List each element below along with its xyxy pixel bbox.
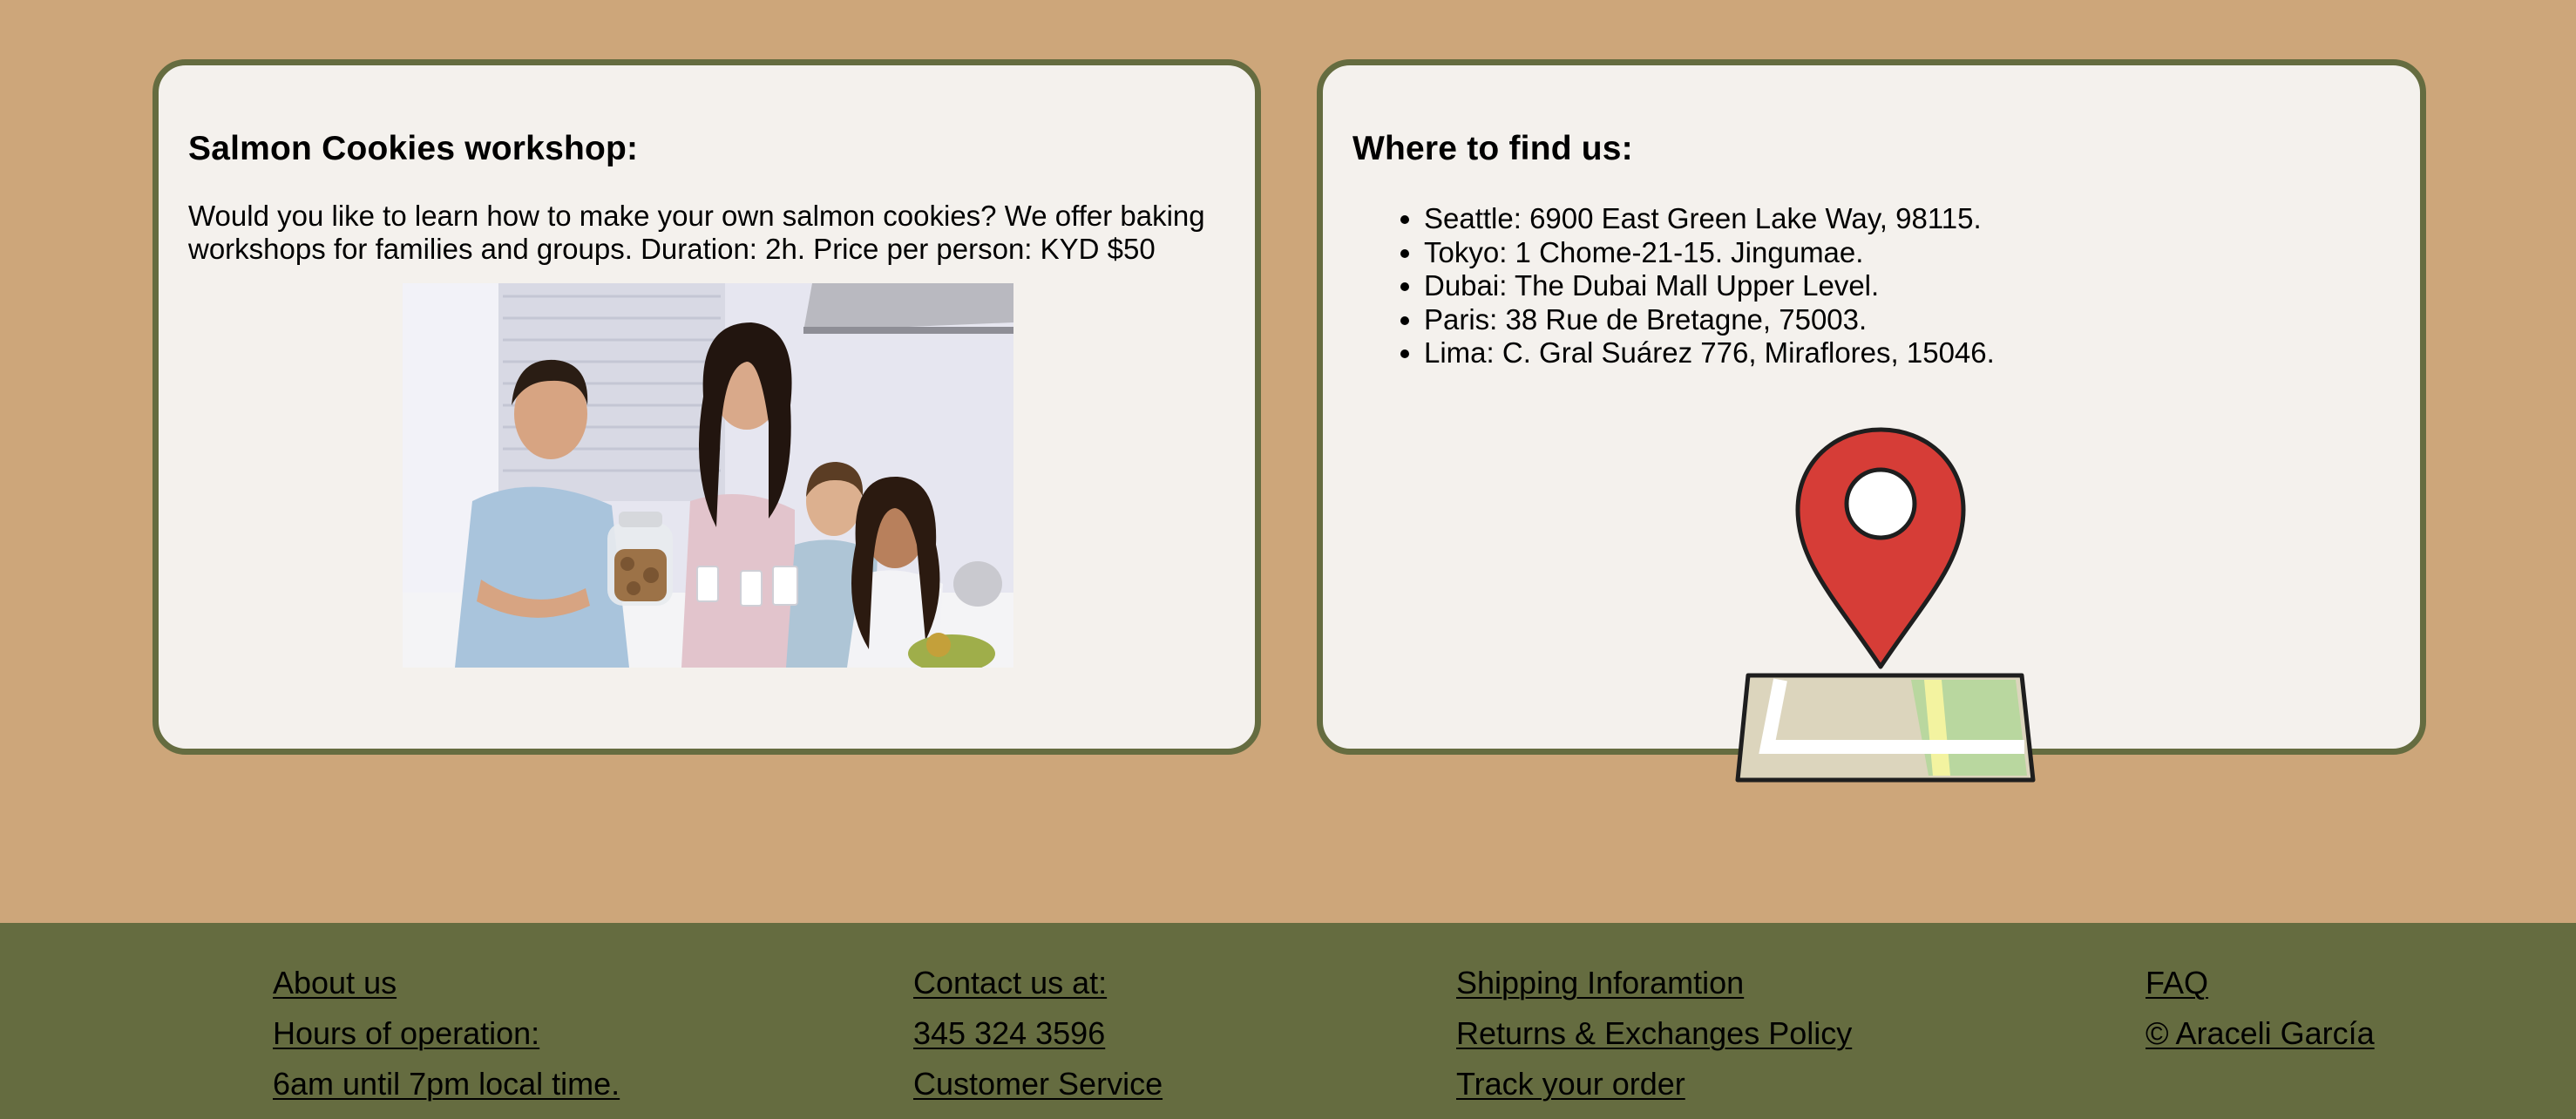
location-item: Lima: C. Gral Suárez 776, Miraflores, 15… bbox=[1424, 336, 1995, 370]
hours-value-link[interactable]: 6am until 7pm local time. bbox=[273, 1059, 620, 1109]
returns-link[interactable]: Returns & Exchanges Policy bbox=[1456, 1008, 1852, 1059]
footer-column-about: About us Hours of operation: 6am until 7… bbox=[273, 958, 620, 1109]
shipping-info-link[interactable]: Shipping Inforamtion bbox=[1456, 958, 1852, 1008]
workshop-description: Would you like to learn how to make your… bbox=[188, 200, 1205, 265]
footer-column-shipping: Shipping Inforamtion Returns & Exchanges… bbox=[1456, 958, 1852, 1109]
footer-column-faq: FAQ © Araceli García bbox=[2146, 958, 2375, 1059]
footer-column-contact: Contact us at: 345 324 3596 Customer Ser… bbox=[913, 958, 1163, 1109]
location-item: Tokyo: 1 Chome-21-15. Jingumae. bbox=[1424, 236, 1995, 270]
workshop-title: Salmon Cookies workshop: bbox=[188, 130, 639, 167]
hours-link[interactable]: Hours of operation: bbox=[273, 1008, 620, 1059]
location-item: Dubai: The Dubai Mall Upper Level. bbox=[1424, 269, 1995, 303]
locations-card: Where to find us: Seattle: 6900 East Gre… bbox=[1317, 59, 2426, 783]
family-photo bbox=[403, 283, 1013, 668]
locations-title: Where to find us: bbox=[1352, 130, 1633, 167]
contact-us-link[interactable]: Contact us at: bbox=[913, 958, 1163, 1008]
map-pin-icon bbox=[1706, 414, 2055, 797]
workshop-card: Salmon Cookies workshop: Would you like … bbox=[153, 59, 1261, 755]
location-item: Paris: 38 Rue de Bretagne, 75003. bbox=[1424, 303, 1995, 337]
locations-list: Seattle: 6900 East Green Lake Way, 98115… bbox=[1424, 202, 1995, 370]
track-order-link[interactable]: Track your order bbox=[1456, 1059, 1852, 1109]
phone-link[interactable]: 345 324 3596 bbox=[913, 1008, 1163, 1059]
customer-service-link[interactable]: Customer Service bbox=[913, 1059, 1163, 1109]
about-us-link[interactable]: About us bbox=[273, 958, 620, 1008]
faq-link[interactable]: FAQ bbox=[2146, 958, 2375, 1008]
location-item: Seattle: 6900 East Green Lake Way, 98115… bbox=[1424, 202, 1995, 236]
site-footer: About us Hours of operation: 6am until 7… bbox=[0, 923, 2576, 1119]
copyright-link[interactable]: © Araceli García bbox=[2146, 1008, 2375, 1059]
